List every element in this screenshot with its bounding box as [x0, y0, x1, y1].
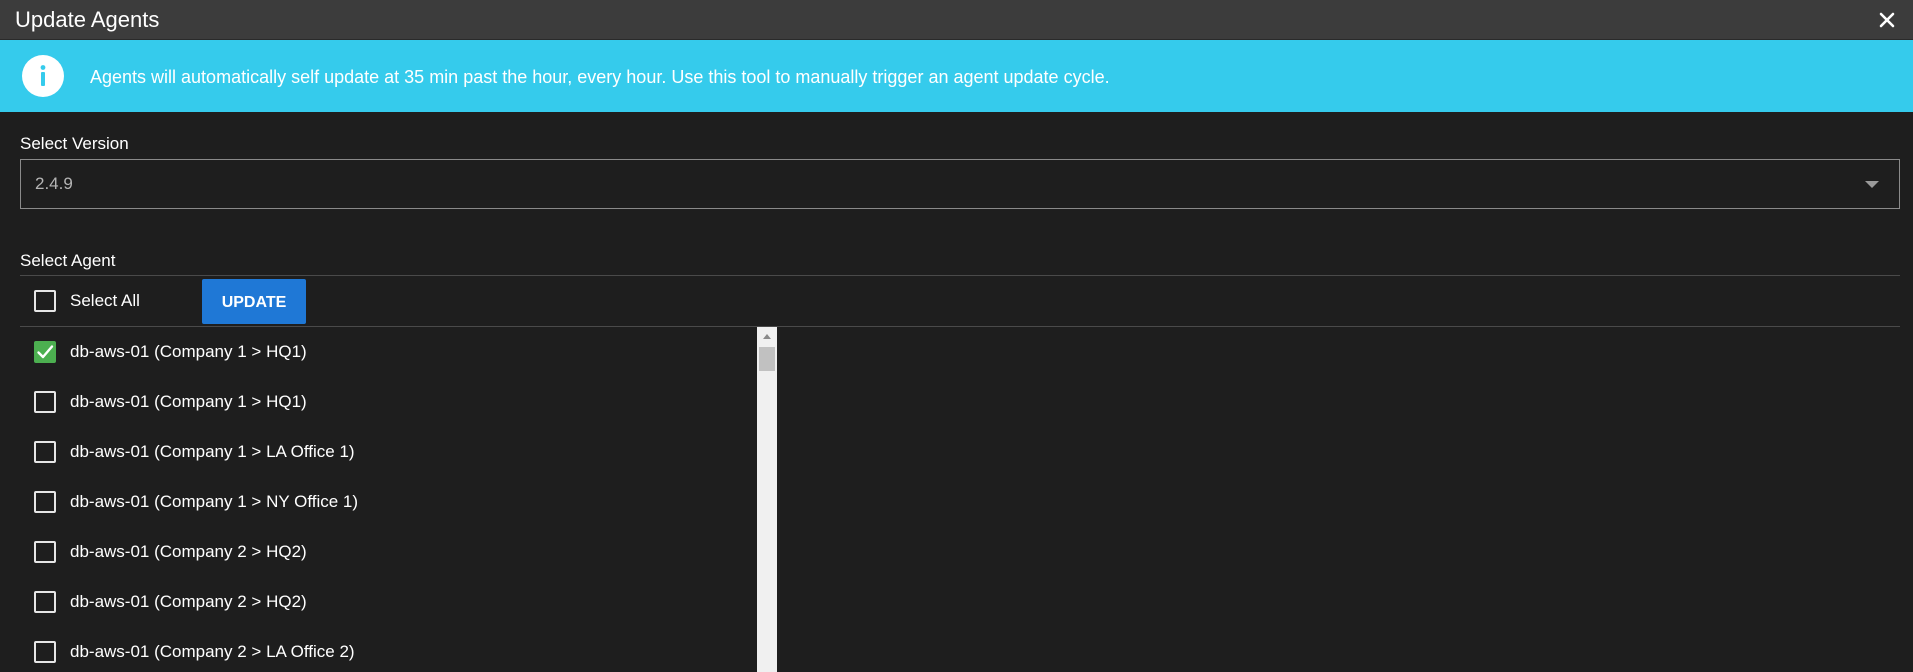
close-icon[interactable] — [1875, 8, 1899, 32]
list-item[interactable]: db-aws-01 (Company 1 > LA Office 1) — [0, 427, 755, 477]
list-item[interactable]: db-aws-01 (Company 2 > LA Office 2) — [0, 627, 755, 672]
agent-label: db-aws-01 (Company 1 > NY Office 1) — [70, 492, 359, 511]
version-select-value: 2.4.9 — [35, 174, 73, 193]
divider — [20, 275, 1900, 276]
list-item[interactable]: db-aws-01 (Company 1 > HQ1) — [0, 377, 755, 427]
select-all-label: Select All — [70, 291, 140, 310]
agent-checkbox[interactable] — [34, 341, 56, 363]
info-banner: Agents will automatically self update at… — [0, 40, 1913, 112]
list-item[interactable]: db-aws-01 (Company 1 > NY Office 1) — [0, 477, 755, 527]
agent-label: db-aws-01 (Company 2 > LA Office 2) — [70, 642, 355, 661]
dialog-title: Update Agents — [15, 7, 160, 32]
list-item[interactable]: db-aws-01 (Company 2 > HQ2) — [0, 527, 755, 577]
select-all-checkbox[interactable] — [34, 290, 56, 312]
agent-checkbox[interactable] — [34, 641, 56, 663]
agent-checkbox[interactable] — [34, 441, 56, 463]
scroll-up-icon[interactable] — [763, 334, 771, 339]
info-icon — [22, 55, 64, 97]
info-message: Agents will automatically self update at… — [90, 67, 1110, 87]
select-version-label: Select Version — [20, 134, 129, 153]
agent-label: db-aws-01 (Company 1 > LA Office 1) — [70, 442, 355, 461]
agent-label: db-aws-01 (Company 1 > HQ1) — [70, 392, 307, 411]
agent-checkbox[interactable] — [34, 541, 56, 563]
version-select[interactable]: 2.4.9 — [20, 159, 1900, 209]
agent-label: db-aws-01 (Company 1 > HQ1) — [70, 342, 307, 361]
agent-label: db-aws-01 (Company 2 > HQ2) — [70, 592, 307, 611]
update-button[interactable]: UPDATE — [202, 279, 306, 324]
agent-checkbox[interactable] — [34, 391, 56, 413]
agent-list-scrollbar[interactable] — [757, 327, 777, 672]
agent-checkbox[interactable] — [34, 591, 56, 613]
list-item[interactable]: db-aws-01 (Company 1 > HQ1) — [0, 327, 755, 377]
select-agent-label: Select Agent — [20, 251, 116, 270]
agent-list: db-aws-01 (Company 1 > HQ1) db-aws-01 (C… — [0, 327, 760, 672]
agent-label: db-aws-01 (Company 2 > HQ2) — [70, 542, 307, 561]
agent-checkbox[interactable] — [34, 491, 56, 513]
scrollbar-thumb[interactable] — [759, 347, 775, 371]
chevron-down-icon — [1865, 181, 1879, 188]
dialog-titlebar: Update Agents — [0, 0, 1913, 40]
list-item[interactable]: db-aws-01 (Company 2 > HQ2) — [0, 577, 755, 627]
